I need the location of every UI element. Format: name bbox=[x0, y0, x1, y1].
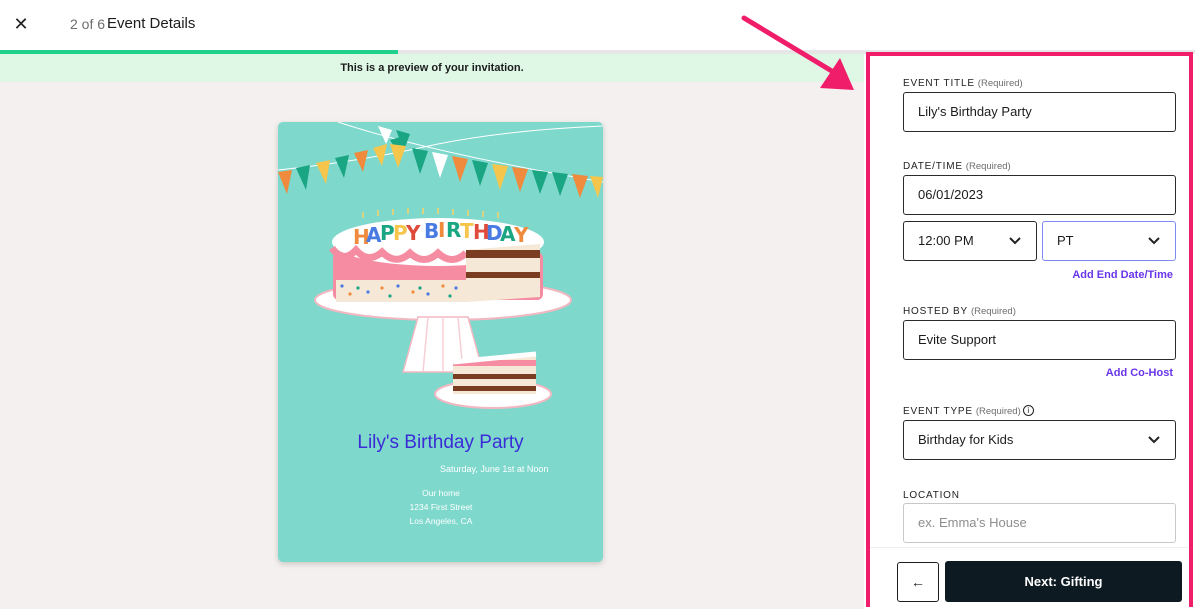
chevron-down-icon bbox=[1009, 237, 1021, 245]
header: ✕ 2 of 6 Event Details bbox=[0, 0, 1195, 50]
next-gifting-button[interactable]: Next: Gifting bbox=[945, 561, 1182, 602]
location-input[interactable]: ex. Emma's House bbox=[903, 503, 1176, 543]
form-footer: ← Next: Gifting bbox=[870, 547, 1189, 607]
date-time-label: DATE/TIME (Required) bbox=[903, 161, 1011, 172]
chevron-down-icon bbox=[1148, 237, 1160, 245]
location-label: LOCATION bbox=[903, 490, 960, 501]
close-icon[interactable]: ✕ bbox=[10, 12, 32, 36]
cake-letter: B bbox=[424, 219, 439, 243]
preview-area: This is a preview of your invitation. H … bbox=[0, 54, 864, 609]
timezone-select-value: PT bbox=[1057, 233, 1074, 248]
page-title: Event Details bbox=[107, 15, 196, 32]
event-title-input[interactable]: Lily's Birthday Party bbox=[903, 92, 1176, 132]
cake-letter: I bbox=[438, 218, 445, 242]
event-details-form: EVENT TITLE (Required) Lily's Birthday Pa… bbox=[866, 52, 1193, 607]
card-address-line: Los Angeles, CA bbox=[409, 516, 473, 526]
cake-letter: T bbox=[460, 219, 474, 243]
cake-letter: Y bbox=[513, 223, 529, 247]
event-type-label: EVENT TYPE (Required) i bbox=[903, 405, 1034, 417]
add-cohost-link[interactable]: Add Co-Host bbox=[1106, 367, 1173, 379]
date-input[interactable]: 06/01/2023 bbox=[903, 175, 1176, 215]
time-select-value: 12:00 PM bbox=[918, 233, 974, 248]
birthday-cake-illustration: H A P P Y B I R T H D A Y bbox=[278, 122, 603, 409]
annotation-arrow-icon bbox=[741, 15, 854, 90]
chevron-down-icon bbox=[1148, 436, 1160, 444]
info-icon[interactable]: i bbox=[1022, 405, 1034, 416]
step-indicator: 2 of 6 bbox=[70, 16, 106, 32]
event-type-value: Birthday for Kids bbox=[918, 432, 1014, 447]
preview-banner: This is a preview of your invitation. bbox=[0, 54, 864, 82]
bunting-flags bbox=[278, 126, 603, 198]
card-date: Saturday, June 1st at Noon bbox=[440, 464, 549, 474]
time-select[interactable]: 12:00 PM bbox=[903, 221, 1037, 261]
card-address-line: Our home bbox=[422, 488, 460, 498]
hosted-by-label: HOSTED BY (Required) bbox=[903, 306, 1016, 317]
add-end-date-time-link[interactable]: Add End Date/Time bbox=[1072, 269, 1173, 281]
cake-letter: Y bbox=[405, 221, 421, 245]
app-window: ✕ 2 of 6 Event Details This is a preview… bbox=[0, 0, 1202, 615]
back-button[interactable]: ← bbox=[897, 562, 939, 602]
invitation-card: H A P P Y B I R T H D A Y Lily's Birthda… bbox=[278, 122, 603, 562]
event-title-label: EVENT TITLE (Required) bbox=[903, 78, 1023, 89]
timezone-select[interactable]: PT bbox=[1042, 221, 1176, 261]
event-type-select[interactable]: Birthday for Kids bbox=[903, 420, 1176, 460]
card-title: Lily's Birthday Party bbox=[357, 432, 524, 453]
arrow-left-icon: ← bbox=[911, 574, 925, 590]
card-address-line: 1234 First Street bbox=[409, 502, 473, 512]
hosted-by-input[interactable]: Evite Support bbox=[903, 320, 1176, 360]
